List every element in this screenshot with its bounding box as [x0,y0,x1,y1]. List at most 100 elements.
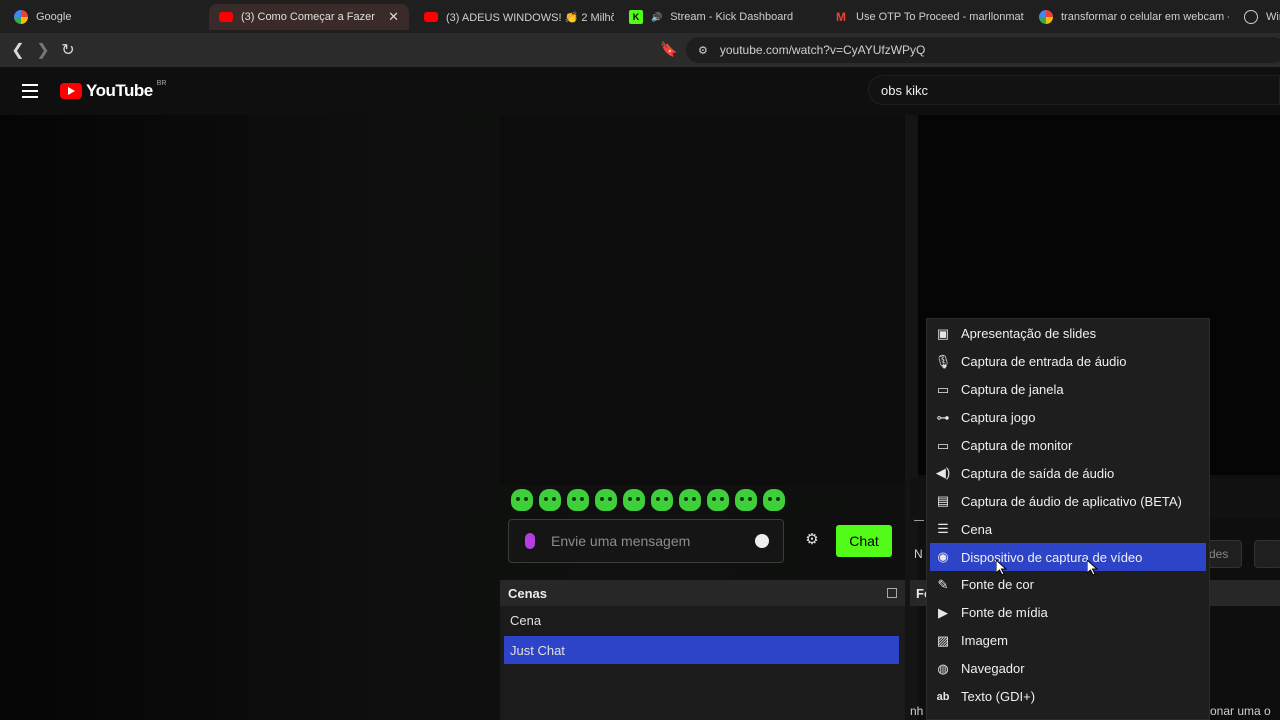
emote-row [511,489,785,511]
list-icon: ☰ [937,521,949,537]
forward-icon[interactable]: ❯ [33,40,53,60]
menu-item-video-capture-device[interactable]: ◉ Dispositivo de captura de vídeo [930,543,1206,572]
menu-item-color-source[interactable]: ✎ Fonte de cor [927,571,1209,599]
menu-item-label: Captura de saída de áudio [961,465,1115,481]
partial-button-label: des [1209,547,1229,561]
tab-gmail-otp[interactable]: M Use OTP To Proceed - marllonmateus [824,4,1024,30]
reload-icon[interactable]: ↻ [58,40,78,60]
youtube-logo[interactable]: YouTube BR [60,79,167,101]
youtube-play-icon [60,83,82,99]
gamepad-icon: ⊶ [936,409,950,425]
tab-win[interactable]: Win [1234,4,1280,30]
menu-item-audio-input[interactable]: 🎙 Captura de entrada de áudio [927,348,1209,376]
menu-item-label: Captura de entrada de áudio [961,354,1127,370]
speaker-icon: ◀) [935,465,951,481]
url-field[interactable]: ⚙ youtube.com/watch?v=CyAYUfzWPyQ [686,37,1280,63]
google-icon [1039,10,1053,24]
menu-item-text-gdi[interactable]: ab Texto (GDI+) [927,683,1209,711]
partial-label: N [914,547,923,561]
youtube-wordmark: YouTube [86,81,153,100]
menu-item-label: Fonte de mídia [961,605,1048,621]
scene-item[interactable]: Cena [504,606,899,634]
menu-icon[interactable] [22,84,38,98]
tab-title: (3) ADEUS WINDOWS! 👏 2 Milhões [446,11,614,24]
emote-icon[interactable] [651,489,673,511]
menu-item-slideshow[interactable]: ▣ Apresentação de slides [927,320,1209,348]
tab-title: (3) Como Começar a Fazer Live n [241,11,376,23]
menu-item-monitor-capture[interactable]: ▭ Captura de monitor [927,432,1209,460]
back-icon[interactable]: ❮ [8,40,28,60]
menu-item-game-capture[interactable]: ⊶ Captura jogo [927,404,1209,432]
bookmark-icon[interactable]: 🔖 [660,41,677,59]
menu-item-scene[interactable]: ☰ Cena [927,515,1209,543]
undock-icon[interactable] [887,588,897,598]
country-code: BR [156,79,167,87]
scenes-header: Cenas [500,580,905,606]
menu-item-image[interactable]: ▨ Imagem [927,627,1209,655]
emote-icon[interactable] [567,489,589,511]
address-bar: ❮ ❯ ↻ 🔖 ⚙ youtube.com/watch?v=CyAYUfzWPy… [0,33,1280,67]
site-settings-icon[interactable]: ⚙ [698,44,708,57]
close-icon[interactable]: ✕ [388,9,399,25]
emote-icon[interactable] [763,489,785,511]
youtube-icon [424,12,438,22]
emote-icon[interactable] [623,489,645,511]
menu-item-app-audio[interactable]: ▤ Captura de áudio de aplicativo (BETA) [927,487,1209,515]
emote-icon[interactable] [511,489,533,511]
tab-kick-dashboard[interactable]: K 🔊 Stream - Kick Dashboard [619,4,819,30]
emote-icon[interactable] [735,489,757,511]
obs-preview [500,115,905,485]
menu-item-label: Imagem [961,633,1008,649]
brush-icon: ✎ [937,576,949,592]
divider [914,520,924,521]
emoji-icon[interactable] [755,534,769,548]
tab-google[interactable]: Google [4,4,204,30]
window-icon: ▭ [936,381,950,397]
scene-item-selected[interactable]: Just Chat [504,636,899,664]
obs-divider [905,115,918,720]
menu-item-media-source[interactable]: ▶ Fonte de mídia [927,599,1209,627]
browser-tab-bar: Google (3) Como Começar a Fazer Live n ✕… [0,0,1280,33]
menu-item-window-capture[interactable]: ▭ Captura de janela [927,376,1209,404]
image-icon: ▨ [936,632,950,648]
youtube-header: YouTube BR obs kikc [0,67,1280,115]
url-text: youtube.com/watch?v=CyAYUfzWPyQ [719,43,926,57]
tab-webcam[interactable]: transformar o celular em webcam - P [1029,4,1229,30]
emote-icon[interactable] [595,489,617,511]
search-input[interactable]: obs kikc [868,75,1280,105]
emote-icon[interactable] [707,489,729,511]
menu-item-label: Cena [961,521,993,537]
tab-adeus-windows[interactable]: (3) ADEUS WINDOWS! 👏 2 Milhões [414,4,614,30]
menu-item-label: Dispositivo de captura de vídeo [961,549,1143,565]
partial-hint: onar uma o [1210,704,1271,718]
search-query: obs kikc [881,82,928,98]
camera-icon: ◉ [937,549,949,565]
kick-icon: K [629,10,643,24]
microphone-icon[interactable] [525,533,535,549]
tab-title: Win [1266,11,1280,23]
emote-icon[interactable] [539,489,561,511]
mouse-cursor-icon [1087,560,1099,576]
emote-icon[interactable] [679,489,701,511]
panel-icon-button[interactable] [1254,540,1280,568]
gmail-icon: M [836,10,846,24]
menu-item-label: Captura de janela [961,382,1064,398]
monitor-icon: ▭ [936,437,950,453]
chat-placeholder: Envie uma mensagem [551,533,691,549]
add-source-context-menu: ▣ Apresentação de slides 🎙 Captura de en… [926,318,1210,720]
speaker-icon: 🔊 [651,11,663,22]
tab-title: Use OTP To Proceed - marllonmateus [856,11,1024,23]
tab-title: Google [36,11,72,23]
menu-item-audio-output[interactable]: ◀) Captura de saída de áudio [927,459,1209,487]
gear-icon[interactable]: ⚙ [804,531,820,548]
tab-title: transformar o celular em webcam - P [1061,11,1229,23]
app-audio-icon: ▤ [936,493,950,509]
chat-message-input[interactable]: Envie uma mensagem [508,519,784,563]
menu-item-browser[interactable]: ◍ Navegador [927,655,1209,683]
tab-como-comecar[interactable]: (3) Como Começar a Fazer Live n ✕ [209,4,409,30]
scenes-panel: Cenas Cena Just Chat [500,580,905,720]
globe-icon: ◍ [937,660,949,676]
chat-button[interactable]: Chat [836,525,892,557]
menu-item-label: Navegador [961,661,1025,677]
menu-item-label: Apresentação de slides [961,326,1097,342]
